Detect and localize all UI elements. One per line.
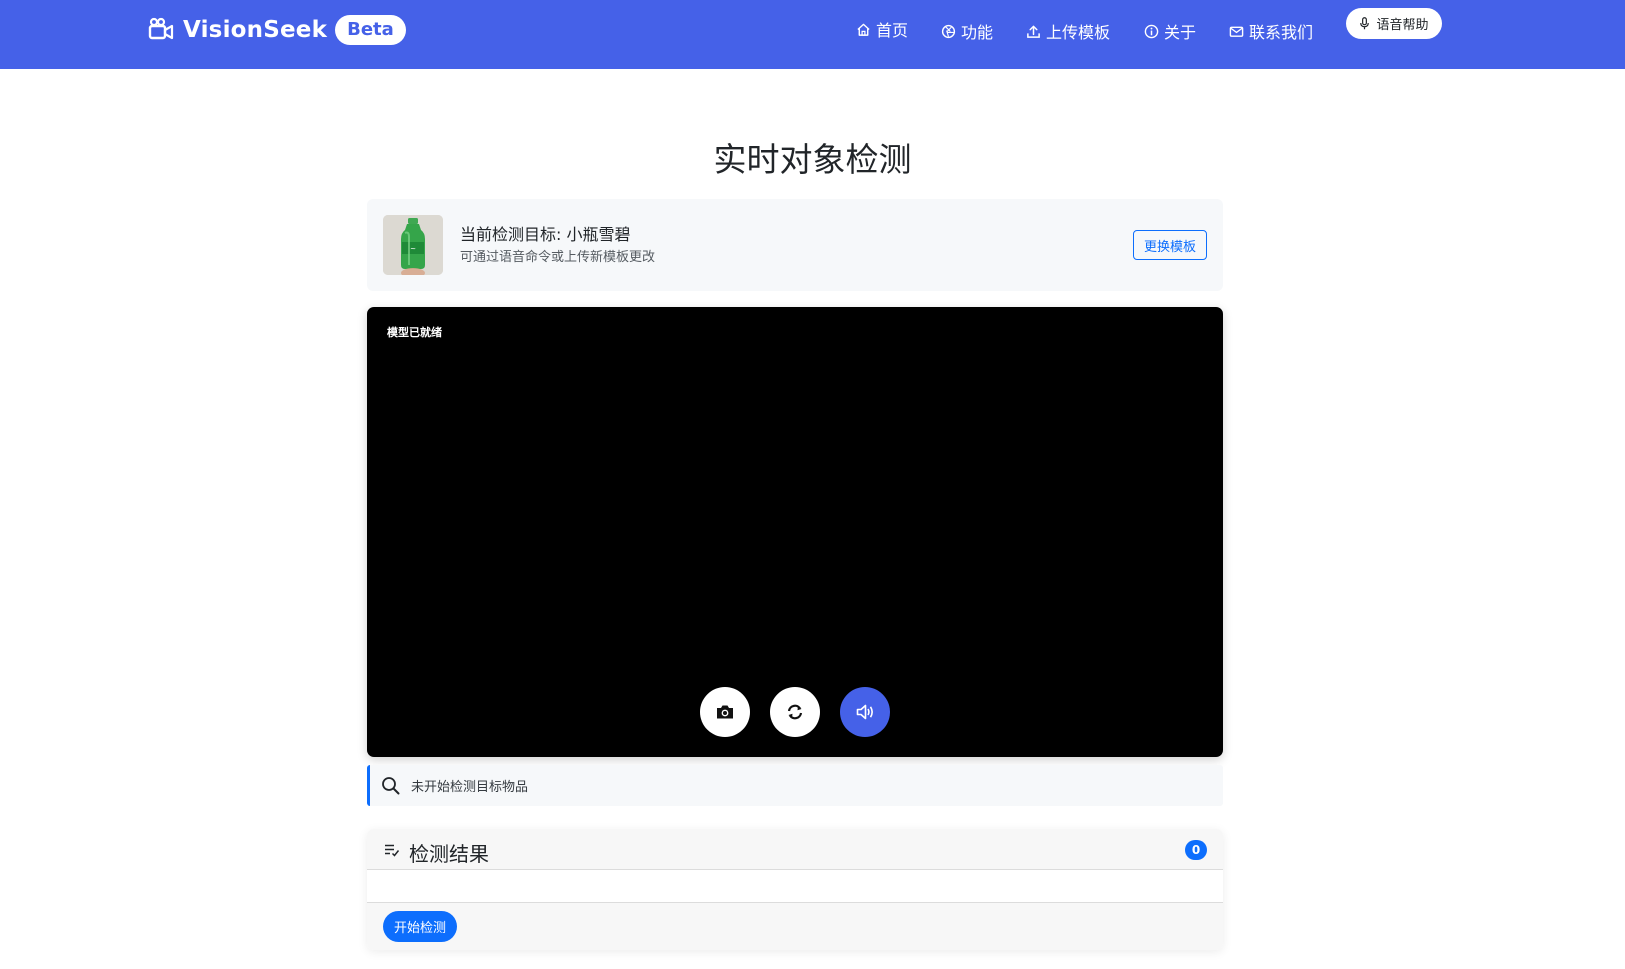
- target-title: 当前检测目标: 小瓶雪碧: [460, 225, 631, 244]
- envelope-icon: [1229, 26, 1244, 37]
- list-check-icon: [385, 844, 400, 857]
- top-navbar: VisionSeek Beta 首页 功能 上传模板 关于 联系我们 语音帮助: [0, 0, 1625, 69]
- switch-camera-button[interactable]: [770, 687, 820, 737]
- nav-contact[interactable]: 联系我们: [1229, 17, 1313, 45]
- nav-home-label: 首页: [876, 21, 909, 40]
- voice-help-button[interactable]: 语音帮助: [1346, 8, 1442, 39]
- detection-status-text: 未开始检测目标物品: [411, 780, 529, 795]
- nav-features-label: 功能: [961, 23, 994, 42]
- switch-camera-icon: [787, 704, 803, 720]
- home-icon: [857, 23, 870, 36]
- target-card: ~ 当前检测目标: 小瓶雪碧 可通过语音命令或上传新模板更改 更换模板: [367, 199, 1223, 291]
- nav-about[interactable]: 关于: [1144, 17, 1196, 45]
- model-status: 模型已就绪: [387, 326, 442, 339]
- beta-badge: Beta: [335, 15, 406, 45]
- soda-bottle-image: ~: [383, 215, 443, 275]
- volume-icon: [856, 704, 873, 720]
- camera-icon: [717, 705, 733, 719]
- nav-upload-template[interactable]: 上传模板: [1026, 17, 1110, 45]
- results-count-badge: 0: [1185, 840, 1207, 860]
- nav-upload-label: 上传模板: [1046, 23, 1111, 42]
- results-header: 检测结果 0: [367, 829, 1223, 870]
- svg-text:~: ~: [410, 245, 416, 253]
- info-icon: [1144, 24, 1159, 38]
- page-title: 实时对象检测: [713, 140, 912, 179]
- start-detection-button[interactable]: 开始检测: [383, 911, 457, 942]
- voice-help-label: 语音帮助: [1376, 18, 1429, 33]
- results-footer: 开始检测: [367, 903, 1223, 950]
- capture-button[interactable]: [700, 687, 750, 737]
- brand-name: VisionSeek: [183, 17, 328, 43]
- nav-contact-label: 联系我们: [1249, 23, 1314, 42]
- nav-about-label: 关于: [1164, 23, 1197, 42]
- results-title: 检测结果: [409, 842, 489, 866]
- video-camera-icon: [148, 17, 174, 40]
- nav-features[interactable]: 功能: [941, 17, 993, 45]
- nav-home[interactable]: 首页: [856, 15, 908, 43]
- results-card: 检测结果 0 开始检测: [367, 829, 1223, 950]
- video-feed[interactable]: 模型已就绪: [367, 307, 1223, 757]
- detection-status-bar: 未开始检测目标物品: [367, 765, 1223, 806]
- target-subtitle: 可通过语音命令或上传新模板更改: [460, 250, 656, 265]
- microphone-icon: [1360, 17, 1370, 30]
- change-template-button[interactable]: 更换模板: [1133, 230, 1207, 260]
- results-list: [367, 870, 1223, 903]
- target-thumbnail: ~: [383, 215, 443, 275]
- sound-toggle-button[interactable]: [840, 687, 890, 737]
- brand[interactable]: VisionSeek Beta: [148, 14, 406, 46]
- search-icon: [382, 777, 400, 795]
- upload-icon: [1027, 25, 1040, 38]
- aperture-icon: [941, 24, 956, 38]
